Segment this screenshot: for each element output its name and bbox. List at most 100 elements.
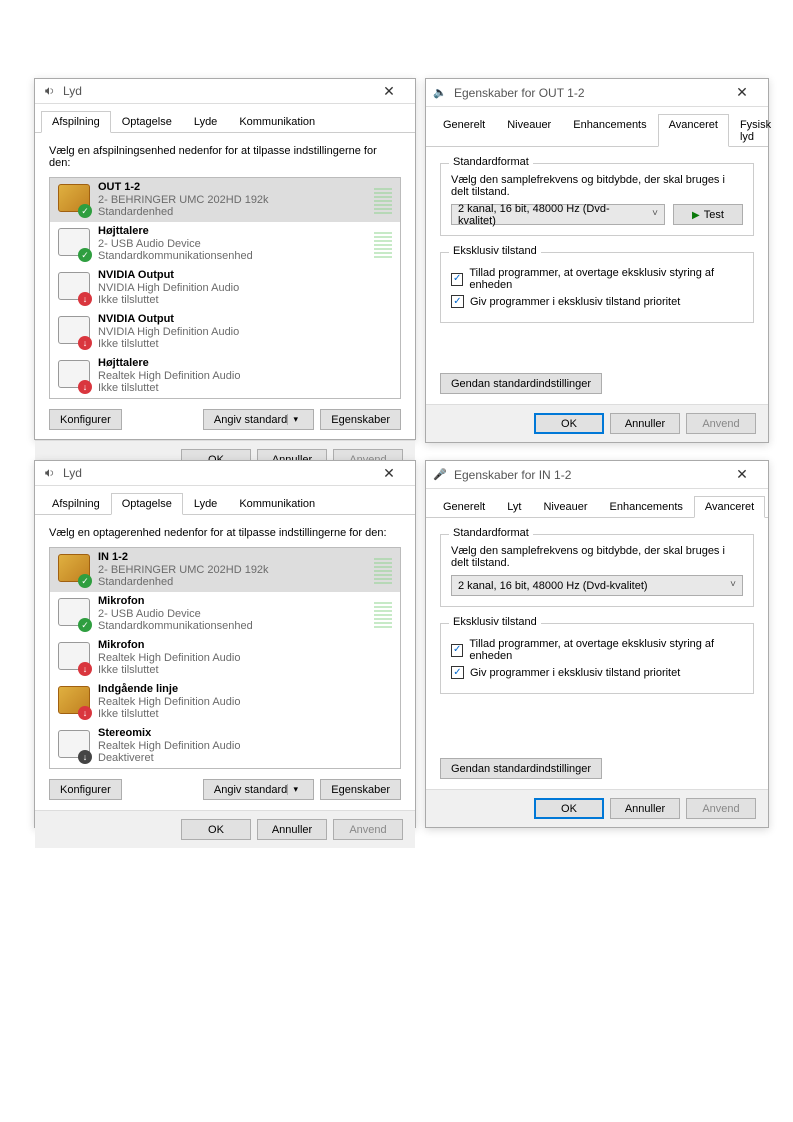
mic-icon [58,642,90,674]
close-button[interactable]: ✕ [369,79,409,103]
apply-button[interactable]: Anvend [333,819,403,840]
device-subtitle: 2- USB Audio Device [98,238,368,251]
cancel-button[interactable]: Annuller [257,819,327,840]
play-icon [692,209,704,221]
tab-afspilning[interactable]: Afspilning [41,111,111,133]
device-item[interactable]: IN 1-22- BEHRINGER UMC 202HD 192kStandar… [50,548,400,592]
set-default-button[interactable]: Angiv standard [203,779,314,800]
speaker-icon [58,360,90,392]
tab-content: Vælg en afspilningsenhed nedenfor for at… [35,133,415,440]
close-button[interactable]: ✕ [369,461,409,485]
restore-defaults-button[interactable]: Gendan standardindstillinger [440,373,602,394]
configure-button[interactable]: Konfigurer [49,779,122,800]
tab-generelt[interactable]: Generelt [432,496,496,518]
sound-dialog-recording: Lyd ✕ AfspilningOptagelseLydeKommunikati… [34,460,416,828]
​device-name: NVIDIA Output [98,313,392,326]
exclusive-mode-group: Eksklusiv tilstand Tillad programmer, at… [440,623,754,694]
apply-button[interactable]: Anvend [686,413,756,434]
mic-icon [58,598,90,630]
device-list[interactable]: OUT 1-22- BEHRINGER UMC 202HD 192k Standa… [49,177,401,399]
device-item[interactable]: HøjttalereRealtek High Definition AudioI… [50,354,400,398]
apply-button[interactable]: Anvend [686,798,756,819]
device-item[interactable]: NVIDIA OutputNVIDIA High Definition Audi… [50,266,400,310]
ok-button[interactable]: OK [181,819,251,840]
level-meter [374,186,392,214]
level-meter [374,600,392,628]
cancel-button[interactable]: Annuller [610,798,680,819]
properties-button[interactable]: Egenskaber [320,409,401,430]
exclusive-priority-checkbox[interactable] [451,295,464,308]
exclusive-priority-checkbox[interactable] [451,666,464,679]
device-status: Ikke tilsluttet [98,708,392,721]
configure-button[interactable]: Konfigurer [49,409,122,430]
close-button[interactable]: ✕ [722,81,762,105]
window-title: Egenskaber for IN 1-2 [454,468,722,482]
tab-lyde[interactable]: Lyde [183,493,228,515]
test-button[interactable]: Test [673,204,743,225]
tab-optagelse[interactable]: Optagelse [111,111,183,133]
set-default-button[interactable]: Angiv standard [203,409,314,430]
allow-exclusive-checkbox[interactable] [451,644,463,657]
titlebar: 🔈 Egenskaber for OUT 1-2 ✕ [426,79,768,107]
allow-exclusive-checkbox[interactable] [451,273,463,286]
status-badge-icon [78,750,92,764]
ok-button[interactable]: OK [534,413,604,434]
tab-avanceret[interactable]: Avanceret [658,114,729,147]
group-text: Vælg den samplefrekvens og bitdybde, der… [451,174,743,198]
dialog-buttons: OK Annuller Anvend [426,789,768,827]
tab-optagelse[interactable]: Optagelse [111,493,183,515]
default-format-group: Standardformat Vælg den samplefrekvens o… [440,163,754,236]
properties-button[interactable]: Egenskaber [320,779,401,800]
tabstrip: GenereltNiveauerEnhancementsAvanceretFys… [426,107,768,147]
jack-icon [58,554,90,586]
sample-format-combo[interactable]: 2 kanal, 16 bit, 48000 Hz (Dvd-kvalitet) [451,204,665,225]
device-status: Deaktiveret [98,752,392,765]
status-badge-icon [78,248,92,262]
level-meter [374,556,392,584]
close-button[interactable]: ✕ [722,463,762,487]
group-legend: Standardformat [449,527,533,539]
device-list[interactable]: IN 1-22- BEHRINGER UMC 202HD 192kStandar… [49,547,401,769]
sample-format-combo[interactable]: 2 kanal, 16 bit, 48000 Hz (Dvd-kvalitet) [451,575,743,596]
tab-lyde[interactable]: Lyde [183,111,228,133]
device-item[interactable]: NVIDIA OutputNVIDIA High Definition Audi… [50,310,400,354]
​device-name: Stereomix [98,727,392,740]
tab-niveauer[interactable]: Niveauer [532,496,598,518]
device-item[interactable]: Højttalere2- USB Audio DeviceStandardkom… [50,222,400,266]
tab-kommunikation[interactable]: Kommunikation [228,493,326,515]
checkbox-label: Tillad programmer, at overtage eksklusiv… [469,638,743,662]
device-subtitle: 2- BEHRINGER UMC 202HD 192k [98,194,368,207]
tabstrip: GenereltLytNiveauerEnhancementsAvanceret [426,489,768,518]
tab-afspilning[interactable]: Afspilning [41,493,111,515]
device-item[interactable]: StereomixRealtek High Definition AudioDe… [50,724,400,768]
device-item[interactable]: MikrofonRealtek High Definition AudioIkk… [50,636,400,680]
tab-enhancements[interactable]: Enhancements [562,114,657,147]
tab-niveauer[interactable]: Niveauer [496,114,562,147]
chevron-down-icon[interactable] [287,414,303,425]
restore-defaults-button[interactable]: Gendan standardindstillinger [440,758,602,779]
status-badge-icon [78,574,92,588]
tab-enhancements[interactable]: Enhancements [599,496,694,518]
checkbox-label: Tillad programmer, at overtage eksklusiv… [469,267,743,291]
checkbox-label: Giv programmer i eksklusiv tilstand prio… [470,667,680,679]
ok-button[interactable]: OK [534,798,604,819]
device-status: Standardkommunikationsenhed [98,250,368,263]
tab-avanceret[interactable]: Avanceret [694,496,765,518]
cancel-button[interactable]: Annuller [610,413,680,434]
device-item[interactable]: OUT 1-22- BEHRINGER UMC 202HD 192kStanda… [50,178,400,222]
device-item[interactable]: Mikrofon2- USB Audio DeviceStandardkommu… [50,592,400,636]
dialog-buttons: OK Annuller Anvend [426,404,768,442]
tab-generelt[interactable]: Generelt [432,114,496,147]
​device-name: OUT 1-2 [98,181,368,194]
tab-fysisk lyd[interactable]: Fysisk lyd [729,114,782,147]
properties-dialog-in: 🎤 Egenskaber for IN 1-2 ✕ GenereltLytNiv… [425,460,769,828]
chevron-down-icon[interactable] [287,784,303,795]
status-badge-icon [78,204,92,218]
tab-lyt[interactable]: Lyt [496,496,532,518]
tab-kommunikation[interactable]: Kommunikation [228,111,326,133]
status-badge-icon [78,662,92,676]
device-item[interactable]: Indgående linjeRealtek High Definition A… [50,680,400,724]
monitor-icon [58,272,90,304]
device-subtitle: NVIDIA High Definition Audio [98,326,392,339]
device-subtitle: 2- BEHRINGER UMC 202HD 192k [98,564,368,577]
